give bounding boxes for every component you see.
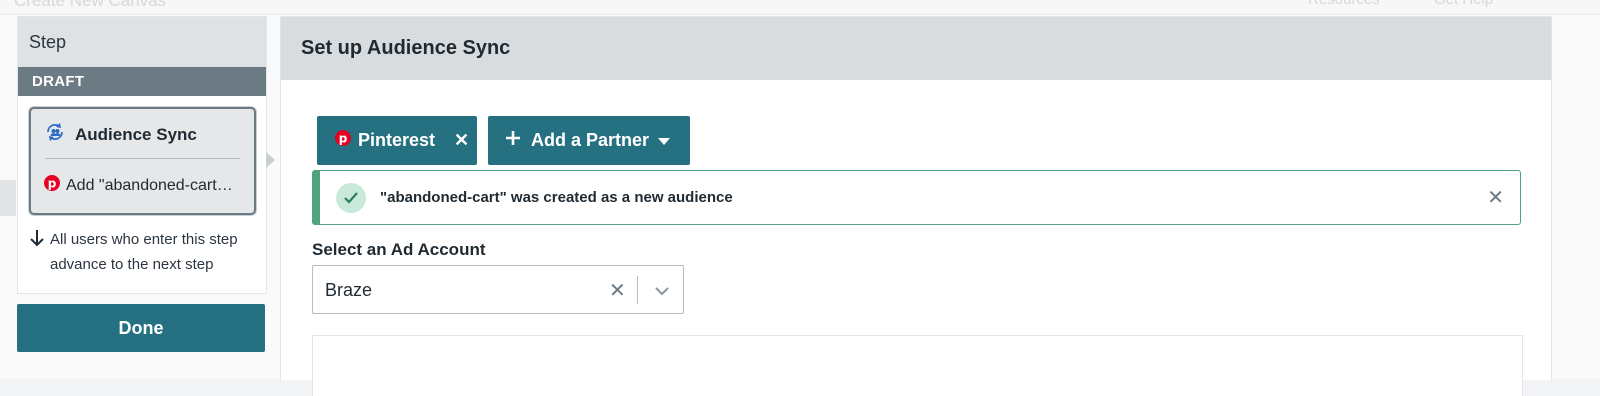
plus-icon: [504, 129, 522, 152]
step-card-header: Audience Sync: [44, 121, 197, 148]
status-badge: DRAFT: [18, 67, 266, 96]
step-card-action: p Add "abandoned-cart" audience: [44, 175, 236, 196]
check-icon: [336, 183, 366, 213]
svg-text:p: p: [339, 132, 348, 146]
partner-chip-pinterest[interactable]: p Pinterest ✕: [317, 116, 477, 165]
step-header: Step: [18, 17, 266, 67]
clear-icon[interactable]: ✕: [609, 278, 626, 303]
step-card-pointer: [266, 152, 275, 168]
page-title: Set up Audience Sync: [281, 17, 1551, 80]
audience-config-box: [312, 335, 1523, 396]
ad-account-label: Select an Ad Account: [312, 240, 486, 259]
chevron-down-icon[interactable]: [654, 283, 670, 301]
background-page-title: Create New Canvas: [14, 0, 167, 10]
audience-sync-icon: [44, 121, 66, 148]
step-card-title: Audience Sync: [75, 124, 197, 144]
step-card-audience-sync[interactable]: Audience Sync p Add "abandoned-cart" aud…: [29, 107, 256, 215]
step-panel: Step DRAFT Audience Sync p Add "abandone…: [17, 16, 275, 294]
pinterest-icon: p: [335, 130, 351, 151]
add-partner-button[interactable]: Add a Partner: [488, 116, 690, 165]
done-button[interactable]: Done: [17, 304, 265, 352]
alert-close-icon[interactable]: ✕: [1487, 185, 1504, 210]
caret-down-icon: [658, 130, 671, 151]
background-link-resources: Resources: [1308, 0, 1380, 8]
step-card-action-label: Add "abandoned-cart" audience: [66, 176, 236, 194]
svg-text:p: p: [48, 177, 57, 191]
advance-info: All users who enter this step advance to…: [29, 227, 250, 277]
success-alert: "abandoned-cart" was created as a new au…: [312, 170, 1521, 225]
background-ghost-block: [0, 180, 16, 216]
ad-account-value: Braze: [325, 280, 373, 300]
background-link-help: Get Help: [1434, 0, 1493, 8]
select-separator: [637, 276, 638, 304]
pinterest-icon: p: [44, 175, 60, 196]
close-icon[interactable]: ✕: [454, 130, 469, 151]
ad-account-select[interactable]: Braze ✕: [312, 265, 684, 314]
alert-message: "abandoned-cart" was created as a new au…: [380, 189, 733, 206]
add-partner-label: Add a Partner: [531, 130, 650, 150]
partner-chip-label: Pinterest: [358, 130, 436, 150]
advance-text: All users who enter this step advance to…: [50, 231, 238, 273]
step-card-divider: [45, 158, 240, 159]
arrow-down-icon: [29, 227, 45, 277]
main-panel: Set up Audience Sync p Pinterest ✕ Add a…: [280, 16, 1552, 396]
